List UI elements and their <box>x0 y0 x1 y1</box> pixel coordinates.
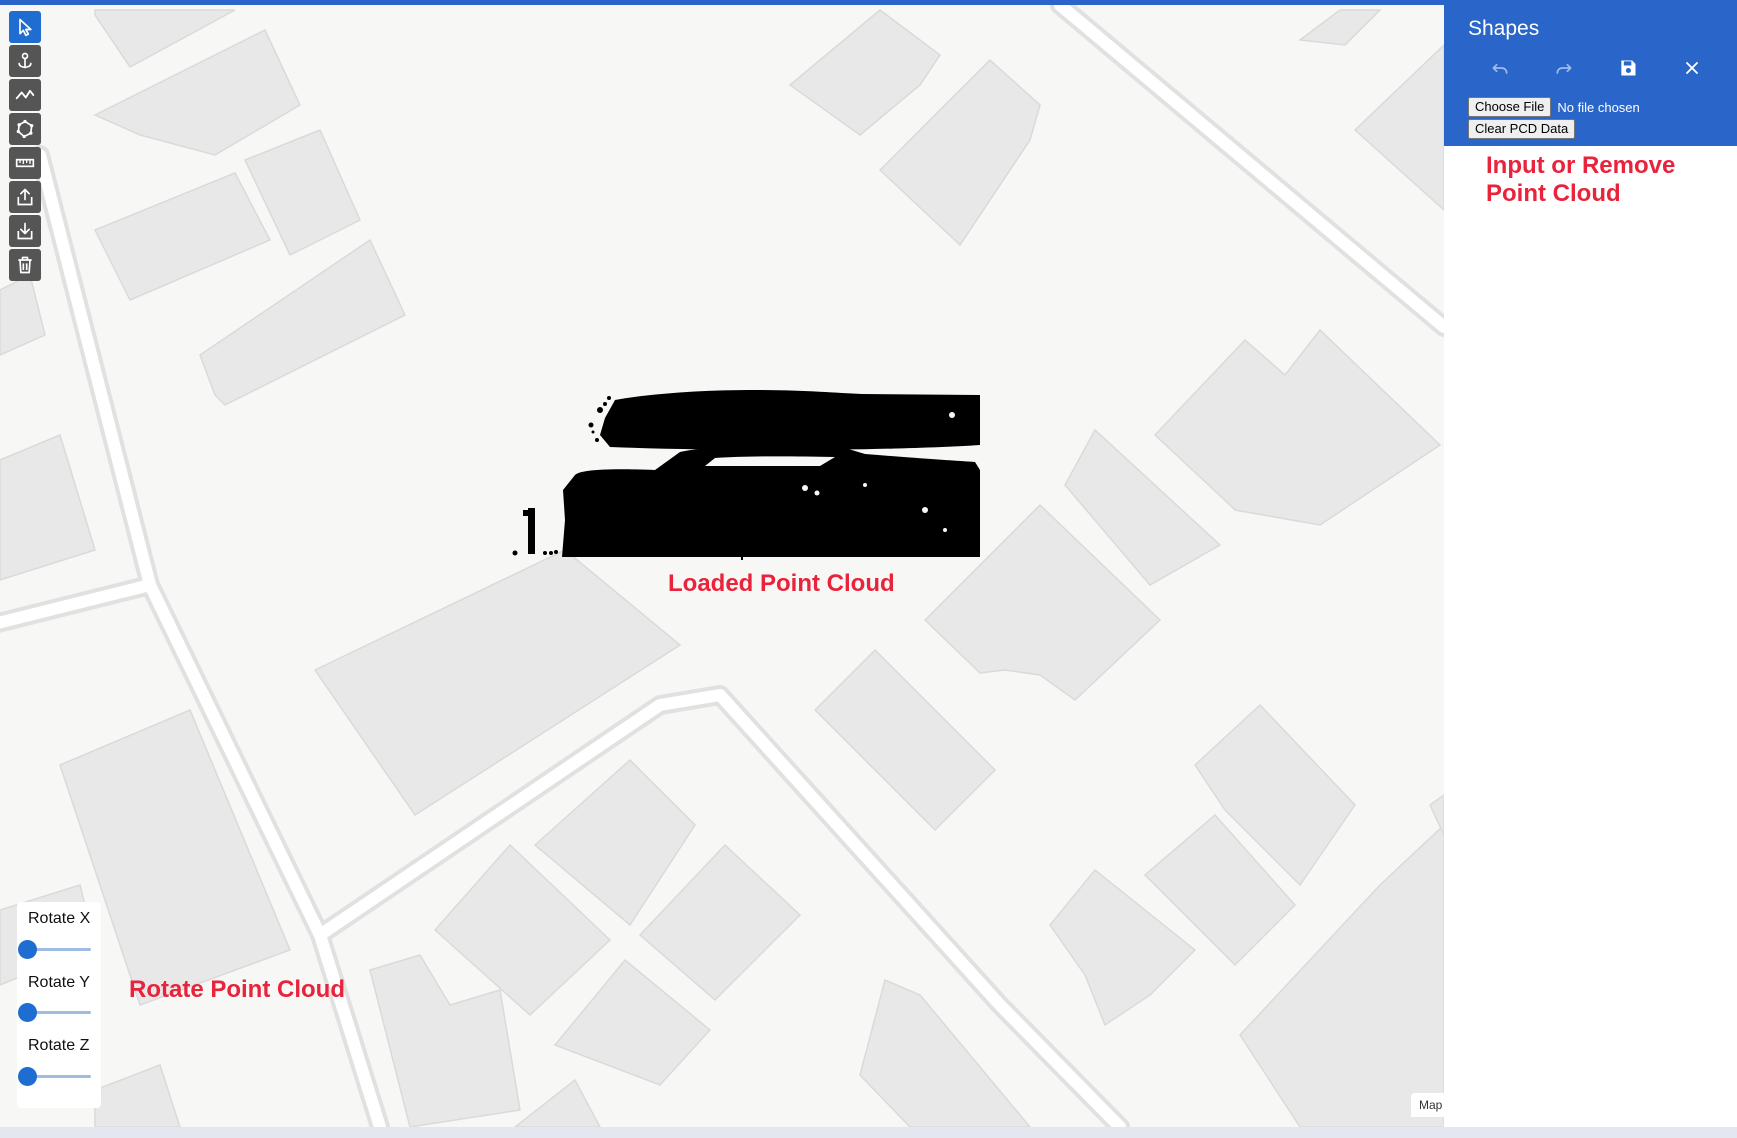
import-icon <box>17 222 33 240</box>
rotate-x-slider[interactable] <box>17 940 91 960</box>
map-attribution[interactable]: Map <box>1411 1093 1444 1117</box>
rotate-x-thumb[interactable] <box>18 940 37 959</box>
save-button[interactable] <box>1613 53 1643 83</box>
rotate-z-slider[interactable] <box>17 1067 91 1087</box>
trash-icon <box>18 256 32 274</box>
point-tool-button[interactable] <box>9 45 41 77</box>
redo-icon <box>1556 63 1572 74</box>
input-remove-annotation: Input or Remove Point Cloud <box>1486 152 1676 207</box>
line-icon <box>15 89 35 100</box>
file-status-text: No file chosen <box>1557 99 1640 115</box>
rotate-y-thumb[interactable] <box>18 1003 37 1022</box>
rotate-x-label: Rotate X <box>28 910 91 927</box>
drawing-toolbar <box>9 11 41 281</box>
save-icon <box>1621 60 1636 76</box>
export-icon <box>17 188 33 206</box>
close-button[interactable] <box>1677 53 1707 83</box>
map-background <box>0 5 1444 1127</box>
line-tool-button[interactable] <box>9 79 41 111</box>
loaded-point-cloud-annotation: Loaded Point Cloud <box>668 570 895 597</box>
choose-file-button[interactable]: Choose File <box>1468 97 1552 117</box>
undo-icon <box>1492 63 1508 74</box>
file-input: Choose File No file chosen <box>1468 97 1640 117</box>
rotate-z-label: Rotate Z <box>28 1037 90 1054</box>
export-button[interactable] <box>9 181 41 213</box>
polygon-tool-button[interactable] <box>9 113 41 145</box>
delete-button[interactable] <box>9 249 41 281</box>
rotate-y-label: Rotate Y <box>28 974 90 991</box>
rotate-z-thumb[interactable] <box>18 1067 37 1086</box>
measure-tool-button[interactable] <box>9 147 41 179</box>
panel-title: Shapes <box>1468 17 1540 40</box>
map-canvas[interactable] <box>0 5 1444 1127</box>
point-icon <box>18 52 32 69</box>
select-tool-button[interactable] <box>9 11 41 43</box>
redo-button[interactable] <box>1549 53 1579 83</box>
import-button[interactable] <box>9 215 41 247</box>
rotate-point-cloud-annotation: Rotate Point Cloud <box>129 976 345 1003</box>
select-icon <box>19 18 32 37</box>
shapes-panel-header: Shapes Choose File No file chosen Clear … <box>1444 5 1737 146</box>
loaded-point-cloud <box>505 390 980 560</box>
rotate-y-slider[interactable] <box>17 1003 91 1023</box>
rotation-panel: Rotate X Rotate Y Rotate Z <box>17 902 101 1108</box>
ruler-icon <box>15 158 35 168</box>
close-icon <box>1686 62 1698 74</box>
undo-button[interactable] <box>1485 53 1515 83</box>
polygon-icon <box>16 119 34 139</box>
clear-pcd-button[interactable]: Clear PCD Data <box>1468 119 1576 139</box>
